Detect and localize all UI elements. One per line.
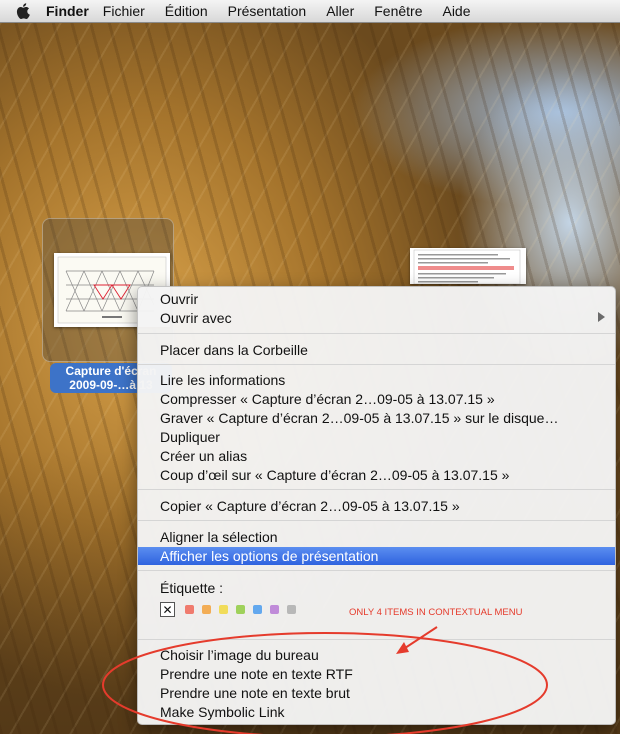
label-yellow-swatch[interactable] — [219, 605, 228, 614]
menu-fichier[interactable]: Fichier — [103, 3, 145, 19]
menu-item-trash[interactable]: Placer dans la Corbeille — [160, 341, 308, 359]
label-purple-swatch[interactable] — [270, 605, 279, 614]
label-color-picker: ✕ — [160, 602, 304, 617]
menu-item-plain-note[interactable]: Prendre une note en texte brut — [160, 684, 350, 702]
menu-finder[interactable]: Finder — [46, 3, 89, 19]
menu-separator — [138, 520, 615, 521]
menu-item-burn[interactable]: Graver « Capture d’écran 2…09-05 à 13.07… — [160, 409, 558, 427]
menu-aide[interactable]: Aide — [442, 3, 470, 19]
annotation-text: ONLY 4 ITEMS IN CONTEXTUAL MENU — [349, 607, 523, 618]
menu-separator — [138, 489, 615, 490]
menu-separator — [138, 364, 615, 365]
label-orange-swatch[interactable] — [202, 605, 211, 614]
menu-item-symbolic-link[interactable]: Make Symbolic Link — [160, 703, 285, 721]
menu-item-view-options-highlight[interactable]: Afficher les options de présentation — [138, 547, 615, 565]
label-none-button[interactable]: ✕ — [160, 602, 175, 617]
menu-item-copy[interactable]: Copier « Capture d’écran 2…09-05 à 13.07… — [160, 497, 460, 515]
label-green-swatch[interactable] — [236, 605, 245, 614]
menu-separator — [138, 639, 615, 640]
document-thumbnail[interactable] — [410, 248, 526, 284]
label-section-title: Étiquette : — [160, 580, 224, 596]
menu-separator — [138, 570, 615, 571]
menu-item-make-alias[interactable]: Créer un alias — [160, 447, 247, 465]
menu-bar: Finder Fichier Édition Présentation Alle… — [0, 0, 620, 23]
context-menu: Ouvrir Ouvrir avec Placer dans la Corbei… — [137, 286, 616, 725]
submenu-arrow-icon — [598, 312, 605, 322]
apple-icon[interactable] — [12, 2, 34, 20]
menu-item-duplicate[interactable]: Dupliquer — [160, 428, 220, 446]
menu-fenetre[interactable]: Fenêtre — [374, 3, 422, 19]
menu-item-compress[interactable]: Compresser « Capture d’écran 2…09-05 à 1… — [160, 390, 495, 408]
menu-item-open[interactable]: Ouvrir — [160, 290, 198, 308]
label-red-swatch[interactable] — [185, 605, 194, 614]
menu-item-quick-look[interactable]: Coup d’œil sur « Capture d’écran 2…09-05… — [160, 466, 509, 484]
menu-item-desktop-picture[interactable]: Choisir l’image du bureau — [160, 646, 319, 664]
menu-item-rtf-note[interactable]: Prendre une note en texte RTF — [160, 665, 353, 683]
label-gray-swatch[interactable] — [287, 605, 296, 614]
menu-presentation[interactable]: Présentation — [228, 3, 307, 19]
menu-item-open-with[interactable]: Ouvrir avec — [160, 309, 232, 327]
menu-item-view-options[interactable]: Afficher les options de présentation — [160, 547, 378, 565]
menu-item-align[interactable]: Aligner la sélection — [160, 528, 278, 546]
label-blue-swatch[interactable] — [253, 605, 262, 614]
menu-item-get-info[interactable]: Lire les informations — [160, 371, 285, 389]
menu-edition[interactable]: Édition — [165, 3, 208, 19]
menu-aller[interactable]: Aller — [326, 3, 354, 19]
menu-separator — [138, 333, 615, 334]
